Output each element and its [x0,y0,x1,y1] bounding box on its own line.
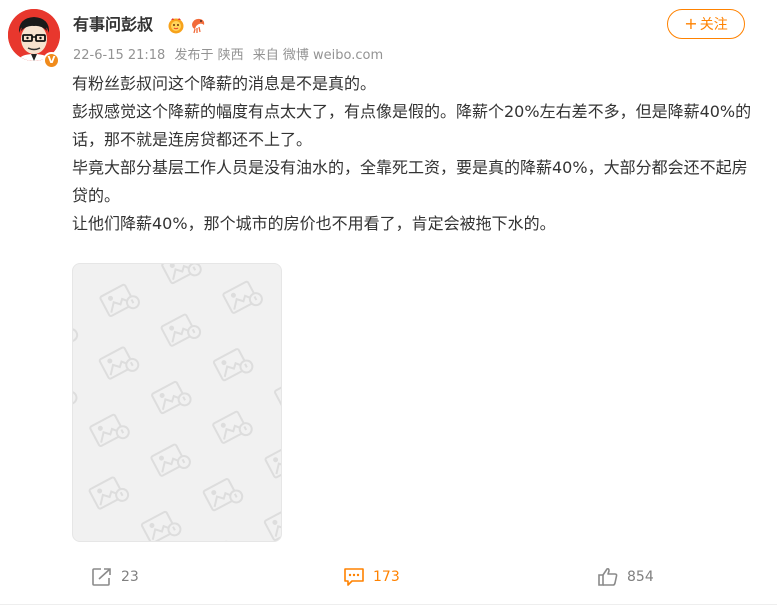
post-source: 来自 微博 weibo.com [252,48,384,63]
post-paragraph: 毕竟大部分基层工作人员是没有油水的，全靠死工资，要是真的降薪40%，大部分都会还… [72,158,748,205]
comment-icon [344,568,364,586]
like-count: 854 [627,569,654,585]
author-name[interactable]: 有事问彭叔 [73,14,153,36]
post-paragraph: 有粉丝彭叔问这个降薪的消息是不是真的。 [72,74,377,93]
weibo-post-card: V 有事问彭叔 22-6-15 21:18 发布于 陕西 来自 微博 weibo [0,0,777,611]
repost-count: 23 [121,569,139,585]
repost-button[interactable]: 23 [91,566,139,588]
repost-icon [92,568,111,586]
follow-label: 关注 [699,17,728,33]
verified-badge: V [43,52,60,69]
card-divider [0,604,777,605]
thumbs-up-icon [598,567,618,586]
plus-icon: + [684,14,698,33]
follow-button[interactable]: + 关注 [667,9,745,39]
image-loading-placeholder-icon [73,264,281,541]
post-paragraph: 彭叔感觉这个降薪的幅度有点太大了，有点像是假的。降薪个20%左右差不多，但是降薪… [72,102,752,149]
post-image-placeholder[interactable] [72,263,282,542]
post-time[interactable]: 22-6-15 21:18 [73,48,165,63]
author-badges [167,16,207,34]
post-body: 有粉丝彭叔问这个降薪的消息是不是真的。 彭叔感觉这个降薪的幅度有点太大了，有点像… [72,70,752,238]
lion-mascot-badge-icon[interactable] [167,16,185,34]
like-button[interactable]: 854 [597,566,654,588]
post-location: 发布于 陕西 [174,48,244,63]
comment-button[interactable]: 173 [343,566,400,588]
post-paragraph: 让他们降薪40%，那个城市的房价也不用看了，肯定会被拖下水的。 [72,214,556,233]
comment-count: 173 [373,569,400,585]
shrimp-badge-icon[interactable] [189,16,207,34]
post-meta: 22-6-15 21:18 发布于 陕西 来自 微博 weibo.com [73,47,388,65]
